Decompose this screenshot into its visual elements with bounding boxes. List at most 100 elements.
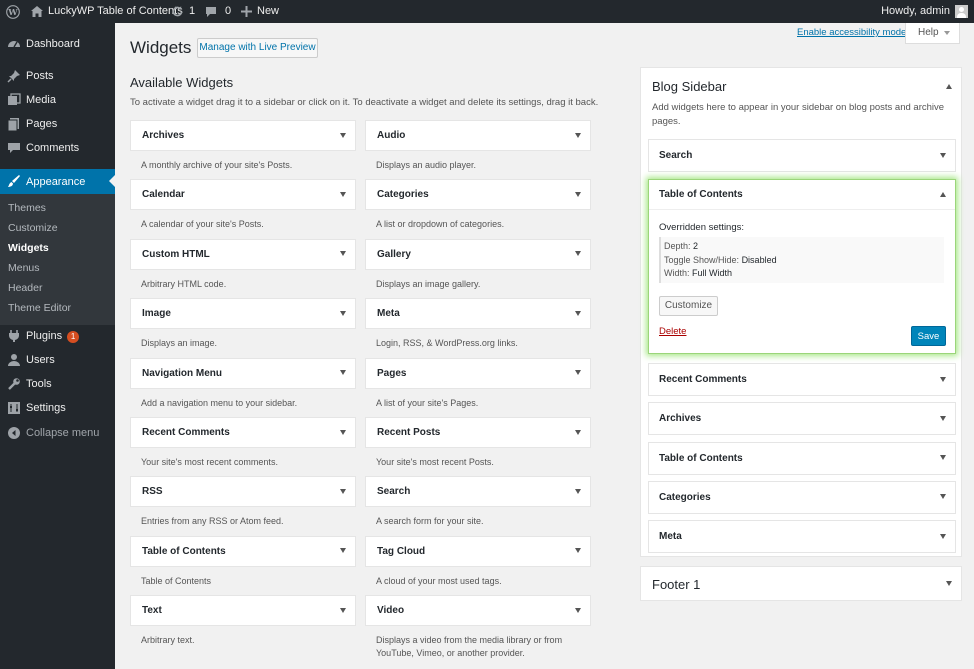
- widget-description: A calendar of your site's Posts.: [141, 219, 264, 230]
- my-account-link[interactable]: Howdy, admin: [881, 0, 968, 23]
- menu-settings[interactable]: Settings: [0, 396, 115, 420]
- widget-description: A list or dropdown of categories.: [376, 219, 505, 230]
- available-widget[interactable]: Pages: [365, 357, 591, 389]
- footer-1-panel[interactable]: Footer 1: [640, 566, 962, 601]
- sidebar-widget[interactable]: Archives: [648, 402, 956, 436]
- menu-plugins[interactable]: Plugins 1: [0, 324, 115, 348]
- live-preview-button[interactable]: Manage with Live Preview: [197, 38, 318, 58]
- expand-arrow-icon[interactable]: [940, 533, 946, 539]
- sidebar-widget[interactable]: Recent Comments: [648, 363, 956, 396]
- users-icon: [7, 353, 21, 367]
- widget-title: Recent Comments: [659, 374, 747, 385]
- available-widget[interactable]: Text: [130, 595, 356, 627]
- widget-title: Table of Contents: [142, 545, 226, 557]
- collapse-menu-button[interactable]: Collapse menu: [0, 421, 115, 445]
- expand-arrow-icon[interactable]: [340, 310, 346, 316]
- delete-link[interactable]: Delete: [659, 326, 686, 337]
- expand-arrow-icon[interactable]: [575, 251, 581, 257]
- available-widget[interactable]: Gallery: [365, 238, 591, 270]
- available-widget[interactable]: Calendar: [130, 179, 356, 211]
- menu-appearance[interactable]: Appearance: [0, 169, 115, 194]
- available-widget[interactable]: Recent Comments: [130, 417, 356, 448]
- collapse-arrow-icon[interactable]: [940, 191, 946, 197]
- expand-arrow-icon[interactable]: [575, 132, 581, 138]
- submenu-theme-editor[interactable]: Theme Editor: [8, 302, 71, 314]
- menu-pages[interactable]: Pages: [0, 112, 115, 136]
- available-widget[interactable]: Recent Posts: [365, 417, 591, 448]
- available-widget[interactable]: Audio: [365, 120, 591, 151]
- menu-dashboard[interactable]: Dashboard: [0, 32, 115, 56]
- widget-title: Custom HTML: [142, 248, 210, 260]
- available-widget[interactable]: Video: [365, 595, 591, 627]
- comment-icon: [205, 6, 217, 18]
- toc-widget-header[interactable]: Table of Contents: [649, 180, 955, 210]
- expand-arrow-icon[interactable]: [940, 494, 946, 500]
- expand-arrow-icon[interactable]: [575, 488, 581, 494]
- submenu-customize[interactable]: Customize: [8, 222, 58, 234]
- widget-description: A cloud of your most used tags.: [376, 575, 502, 586]
- expand-arrow-icon[interactable]: [340, 132, 346, 138]
- widget-description: Your site's most recent comments.: [141, 457, 278, 467]
- wordpress-logo-icon[interactable]: W: [6, 0, 20, 23]
- accessibility-mode-link[interactable]: Enable accessibility mode: [797, 27, 906, 38]
- widget-title: Navigation Menu: [142, 367, 223, 379]
- new-content-link[interactable]: New: [241, 0, 279, 23]
- svg-text:W: W: [7, 7, 18, 17]
- expand-arrow-icon[interactable]: [340, 370, 346, 376]
- available-widget[interactable]: Archives: [130, 120, 356, 151]
- available-widget[interactable]: Table of Contents: [130, 535, 356, 567]
- site-name-link[interactable]: LuckyWP Table of Contents: [31, 0, 183, 23]
- expand-arrow-icon[interactable]: [340, 488, 346, 494]
- expand-arrow-icon[interactable]: [575, 310, 581, 316]
- menu-comments[interactable]: Comments: [0, 136, 115, 160]
- settings-icon: [7, 401, 21, 415]
- expand-arrow-icon[interactable]: [575, 191, 581, 197]
- expand-arrow-icon[interactable]: [940, 415, 946, 421]
- overridden-settings-box: Depth: 2 Toggle Show/Hide: Disabled Widt…: [659, 237, 944, 283]
- sidebar-widget[interactable]: Categories: [648, 480, 956, 514]
- available-widgets-heading: Available Widgets: [130, 75, 234, 90]
- expand-arrow-icon[interactable]: [340, 429, 346, 435]
- sidebar-widget-search[interactable]: Search: [648, 139, 956, 172]
- expand-arrow-icon[interactable]: [940, 152, 946, 158]
- menu-users[interactable]: Users: [0, 348, 115, 372]
- expand-arrow-icon[interactable]: [340, 607, 346, 613]
- expand-arrow-icon[interactable]: [340, 251, 346, 257]
- available-widget[interactable]: Search: [365, 476, 591, 508]
- available-widget[interactable]: Custom HTML: [130, 238, 356, 270]
- sidebar-widget[interactable]: Meta: [648, 520, 956, 554]
- expand-arrow-icon[interactable]: [940, 376, 946, 382]
- expand-arrow-icon[interactable]: [575, 548, 581, 554]
- submenu-themes[interactable]: Themes: [8, 202, 46, 214]
- updates-link[interactable]: 1: [171, 0, 195, 23]
- help-tab[interactable]: Help: [905, 23, 960, 44]
- menu-posts[interactable]: Posts: [0, 64, 115, 88]
- available-widget[interactable]: Navigation Menu: [130, 357, 356, 389]
- widget-description: Displays an image gallery.: [376, 278, 481, 289]
- available-widget[interactable]: Meta: [365, 298, 591, 330]
- save-button[interactable]: Save: [911, 326, 946, 346]
- available-widget[interactable]: Image: [130, 298, 356, 330]
- submenu-header[interactable]: Header: [8, 282, 42, 294]
- customize-button[interactable]: Customize: [659, 296, 718, 316]
- available-widget[interactable]: RSS: [130, 476, 356, 508]
- expand-arrow-icon[interactable]: [340, 548, 346, 554]
- menu-media[interactable]: Media: [0, 88, 115, 112]
- menu-tools[interactable]: Tools: [0, 372, 115, 396]
- expand-arrow-icon[interactable]: [575, 429, 581, 435]
- widget-description: Add a navigation menu to your sidebar.: [141, 397, 298, 408]
- sidebar-widget[interactable]: Table of Contents: [648, 441, 956, 475]
- submenu-widgets[interactable]: Widgets: [8, 242, 49, 254]
- comments-link[interactable]: 0: [205, 0, 231, 23]
- expand-arrow-icon[interactable]: [575, 607, 581, 613]
- submenu-menus[interactable]: Menus: [8, 262, 40, 274]
- available-widget[interactable]: Categories: [365, 179, 591, 211]
- expand-arrow-icon[interactable]: [340, 191, 346, 197]
- home-icon: [31, 6, 43, 17]
- expand-arrow-icon[interactable]: [946, 580, 952, 586]
- wrench-icon: [7, 377, 21, 391]
- collapse-arrow-icon[interactable]: [946, 84, 952, 89]
- expand-arrow-icon[interactable]: [940, 455, 946, 461]
- expand-arrow-icon[interactable]: [575, 370, 581, 376]
- available-widget[interactable]: Tag Cloud: [365, 535, 591, 567]
